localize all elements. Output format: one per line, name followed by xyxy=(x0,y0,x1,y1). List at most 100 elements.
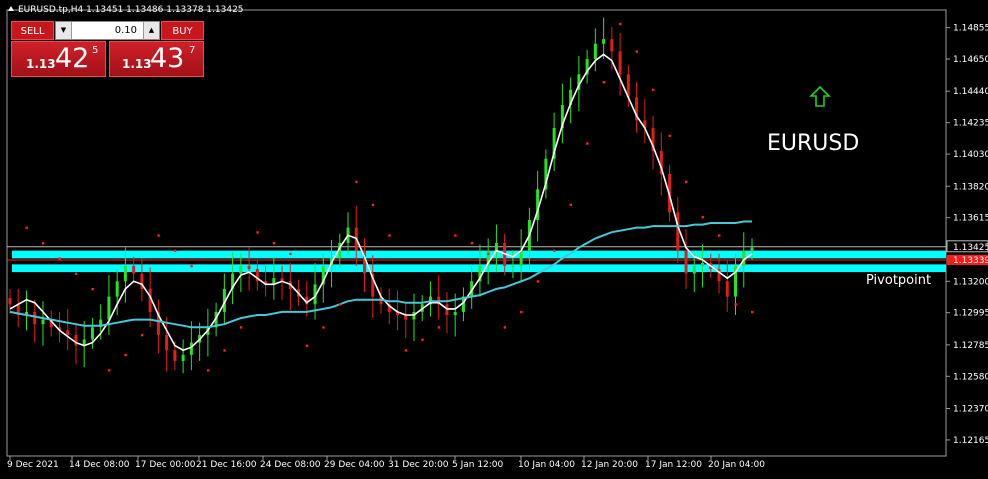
candle-body xyxy=(593,43,597,60)
candle-body xyxy=(692,265,696,274)
y-tick-label: 1.12995 xyxy=(953,309,988,319)
sar-dot xyxy=(223,349,226,352)
candle-body xyxy=(247,265,251,270)
candle-body xyxy=(750,247,754,251)
candle-body xyxy=(173,350,177,361)
ask-price-fraction: 7 xyxy=(189,45,196,56)
sar-dot xyxy=(305,344,309,348)
candle-body xyxy=(33,311,37,325)
sar-dot xyxy=(734,303,737,306)
candle-body xyxy=(74,334,78,346)
chart-info-text: EURUSD.tp,H4 1.13451 1.13486 1.13378 1.1… xyxy=(18,5,244,15)
x-tick-label: 29 Dec 04:00 xyxy=(324,460,385,470)
ask-price-button[interactable]: 1.13 43 7 xyxy=(109,41,204,77)
sar-dot xyxy=(58,257,61,260)
x-tick-label: 12 Jan 20:00 xyxy=(581,460,638,470)
collapse-triangle-icon[interactable] xyxy=(8,6,14,11)
sar-dot xyxy=(371,203,375,207)
candle-body xyxy=(123,265,127,282)
sar-dot xyxy=(652,88,655,92)
candle-body xyxy=(90,327,94,340)
sar-dot xyxy=(520,310,523,314)
triangle-up-icon[interactable]: ▲ xyxy=(143,22,159,39)
sar-dot xyxy=(421,338,424,341)
sar-dot xyxy=(338,303,342,306)
buy-button[interactable]: BUY xyxy=(161,21,204,40)
candle-body xyxy=(618,51,622,75)
sar-dot xyxy=(25,226,28,230)
y-tick-label: 1.12580 xyxy=(953,372,988,382)
sar-dot xyxy=(91,287,94,291)
x-tick-label: 10 Jan 04:00 xyxy=(518,460,575,470)
sar-dot xyxy=(140,333,144,337)
y-tick-label: 1.14855 xyxy=(953,24,988,34)
y-tick-label: 1.14030 xyxy=(953,150,988,160)
x-tick-label: 17 Dec 00:00 xyxy=(135,460,196,470)
candle-body xyxy=(453,311,457,315)
sar-dot xyxy=(536,280,540,283)
sar-dot xyxy=(41,241,45,245)
sar-dot xyxy=(74,272,78,276)
chart-info-bar: EURUSD.tp,H4 1.13451 1.13486 1.13378 1.1… xyxy=(8,5,244,15)
y-tick-label: 1.12165 xyxy=(953,436,988,446)
lot-size-value[interactable]: 0.10 xyxy=(72,22,143,39)
one-click-trading-panel: SELL ▼ 0.10 ▲ BUY 1.13 42 5 1.13 43 7 xyxy=(11,21,204,77)
bid-price-fraction: 5 xyxy=(92,45,99,56)
sar-dot xyxy=(107,369,111,372)
sar-dot xyxy=(454,234,457,237)
candle-body xyxy=(66,330,70,335)
x-tick-label: 9 Dec 2021 xyxy=(7,460,59,470)
symbol-label: EURUSD xyxy=(767,131,859,156)
ask-price-prefix: 1.13 xyxy=(122,57,152,71)
sar-dot xyxy=(487,252,490,256)
sar-dot xyxy=(503,326,507,329)
sar-dot xyxy=(437,326,441,329)
y-tick-label: 1.13820 xyxy=(953,182,988,192)
sar-dot xyxy=(289,252,292,256)
candle-body xyxy=(115,281,119,297)
sar-dot xyxy=(701,215,704,219)
candle-body xyxy=(519,250,523,266)
candle-body xyxy=(132,265,136,274)
sar-dot xyxy=(619,22,622,26)
y-tick-label: 1.13615 xyxy=(953,214,988,224)
candle-body xyxy=(725,281,729,297)
lot-size-field[interactable]: ▼ 0.10 ▲ xyxy=(55,21,160,40)
candle-body xyxy=(8,298,12,305)
candle-body xyxy=(189,342,193,355)
sar-dot xyxy=(190,264,193,268)
bid-price-button[interactable]: 1.13 42 5 xyxy=(11,41,106,77)
bid-price-prefix: 1.13 xyxy=(26,57,56,71)
candle-body xyxy=(239,265,243,274)
x-tick-label: 31 Dec 20:00 xyxy=(388,460,449,470)
x-tick-label: 20 Jan 04:00 xyxy=(708,460,765,470)
y-tick-label: 1.13200 xyxy=(953,277,988,287)
y-tick-label: 1.12370 xyxy=(953,404,988,414)
sar-dot xyxy=(404,349,408,352)
x-tick-label: 24 Dec 08:00 xyxy=(260,460,321,470)
sar-dot xyxy=(602,81,605,84)
candle-body xyxy=(181,354,185,361)
candle-body xyxy=(676,212,680,251)
sar-dot xyxy=(173,249,177,253)
sar-dot xyxy=(569,203,573,207)
pivot-price-label: 1.13339 xyxy=(953,256,988,266)
candle-body xyxy=(494,242,498,251)
y-tick-label: 1.14650 xyxy=(953,55,988,65)
sell-button[interactable]: SELL xyxy=(11,21,54,40)
y-tick-label: 1.12785 xyxy=(953,341,988,351)
candle-body xyxy=(41,319,45,325)
sar-dot xyxy=(256,231,259,234)
candle-body xyxy=(610,39,614,52)
candle-body xyxy=(107,296,111,320)
sar-dot xyxy=(635,50,638,53)
sar-dot xyxy=(586,142,589,145)
triangle-down-icon[interactable]: ▼ xyxy=(56,22,72,39)
candle-body xyxy=(701,262,705,266)
sar-dot xyxy=(685,180,688,184)
ask-price-pips: 43 xyxy=(150,43,185,74)
sar-dot xyxy=(239,326,243,329)
candle-body xyxy=(511,265,515,267)
candle-body xyxy=(684,250,688,274)
sar-dot xyxy=(272,241,276,245)
